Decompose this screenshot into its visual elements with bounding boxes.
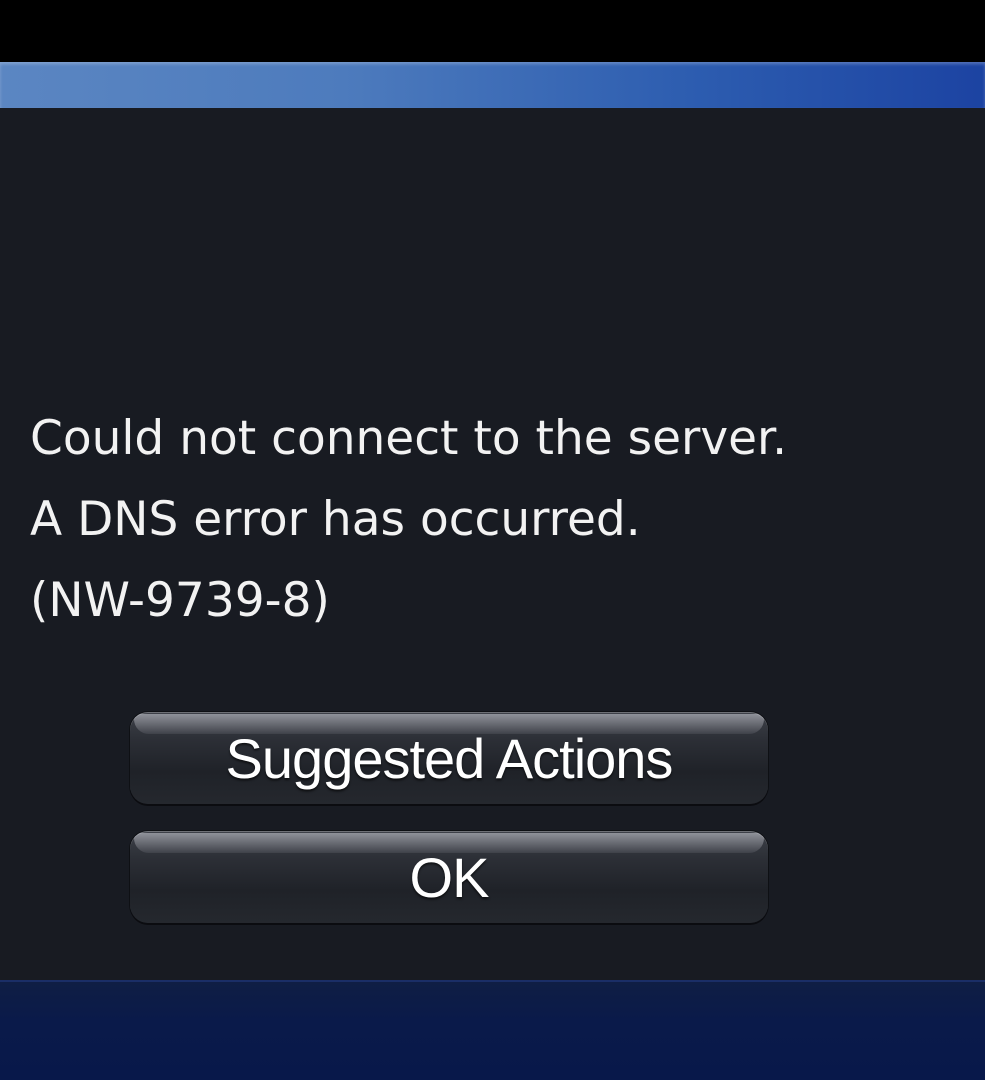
suggested-actions-button[interactable]: Suggested Actions xyxy=(130,712,768,804)
error-message-line: A DNS error has occurred. xyxy=(30,492,641,547)
error-message-line: Could not connect to the server. xyxy=(30,411,788,466)
ok-button[interactable]: OK xyxy=(130,831,768,923)
ok-label: OK xyxy=(409,845,490,909)
top-title-bar xyxy=(0,62,985,108)
error-code: (NW-9739-8) xyxy=(30,573,330,628)
error-message: Could not connect to the server. A DNS e… xyxy=(30,398,787,641)
screen: Could not connect to the server. A DNS e… xyxy=(0,0,985,1080)
bottom-bar xyxy=(0,980,985,1080)
suggested-actions-label: Suggested Actions xyxy=(225,726,674,790)
